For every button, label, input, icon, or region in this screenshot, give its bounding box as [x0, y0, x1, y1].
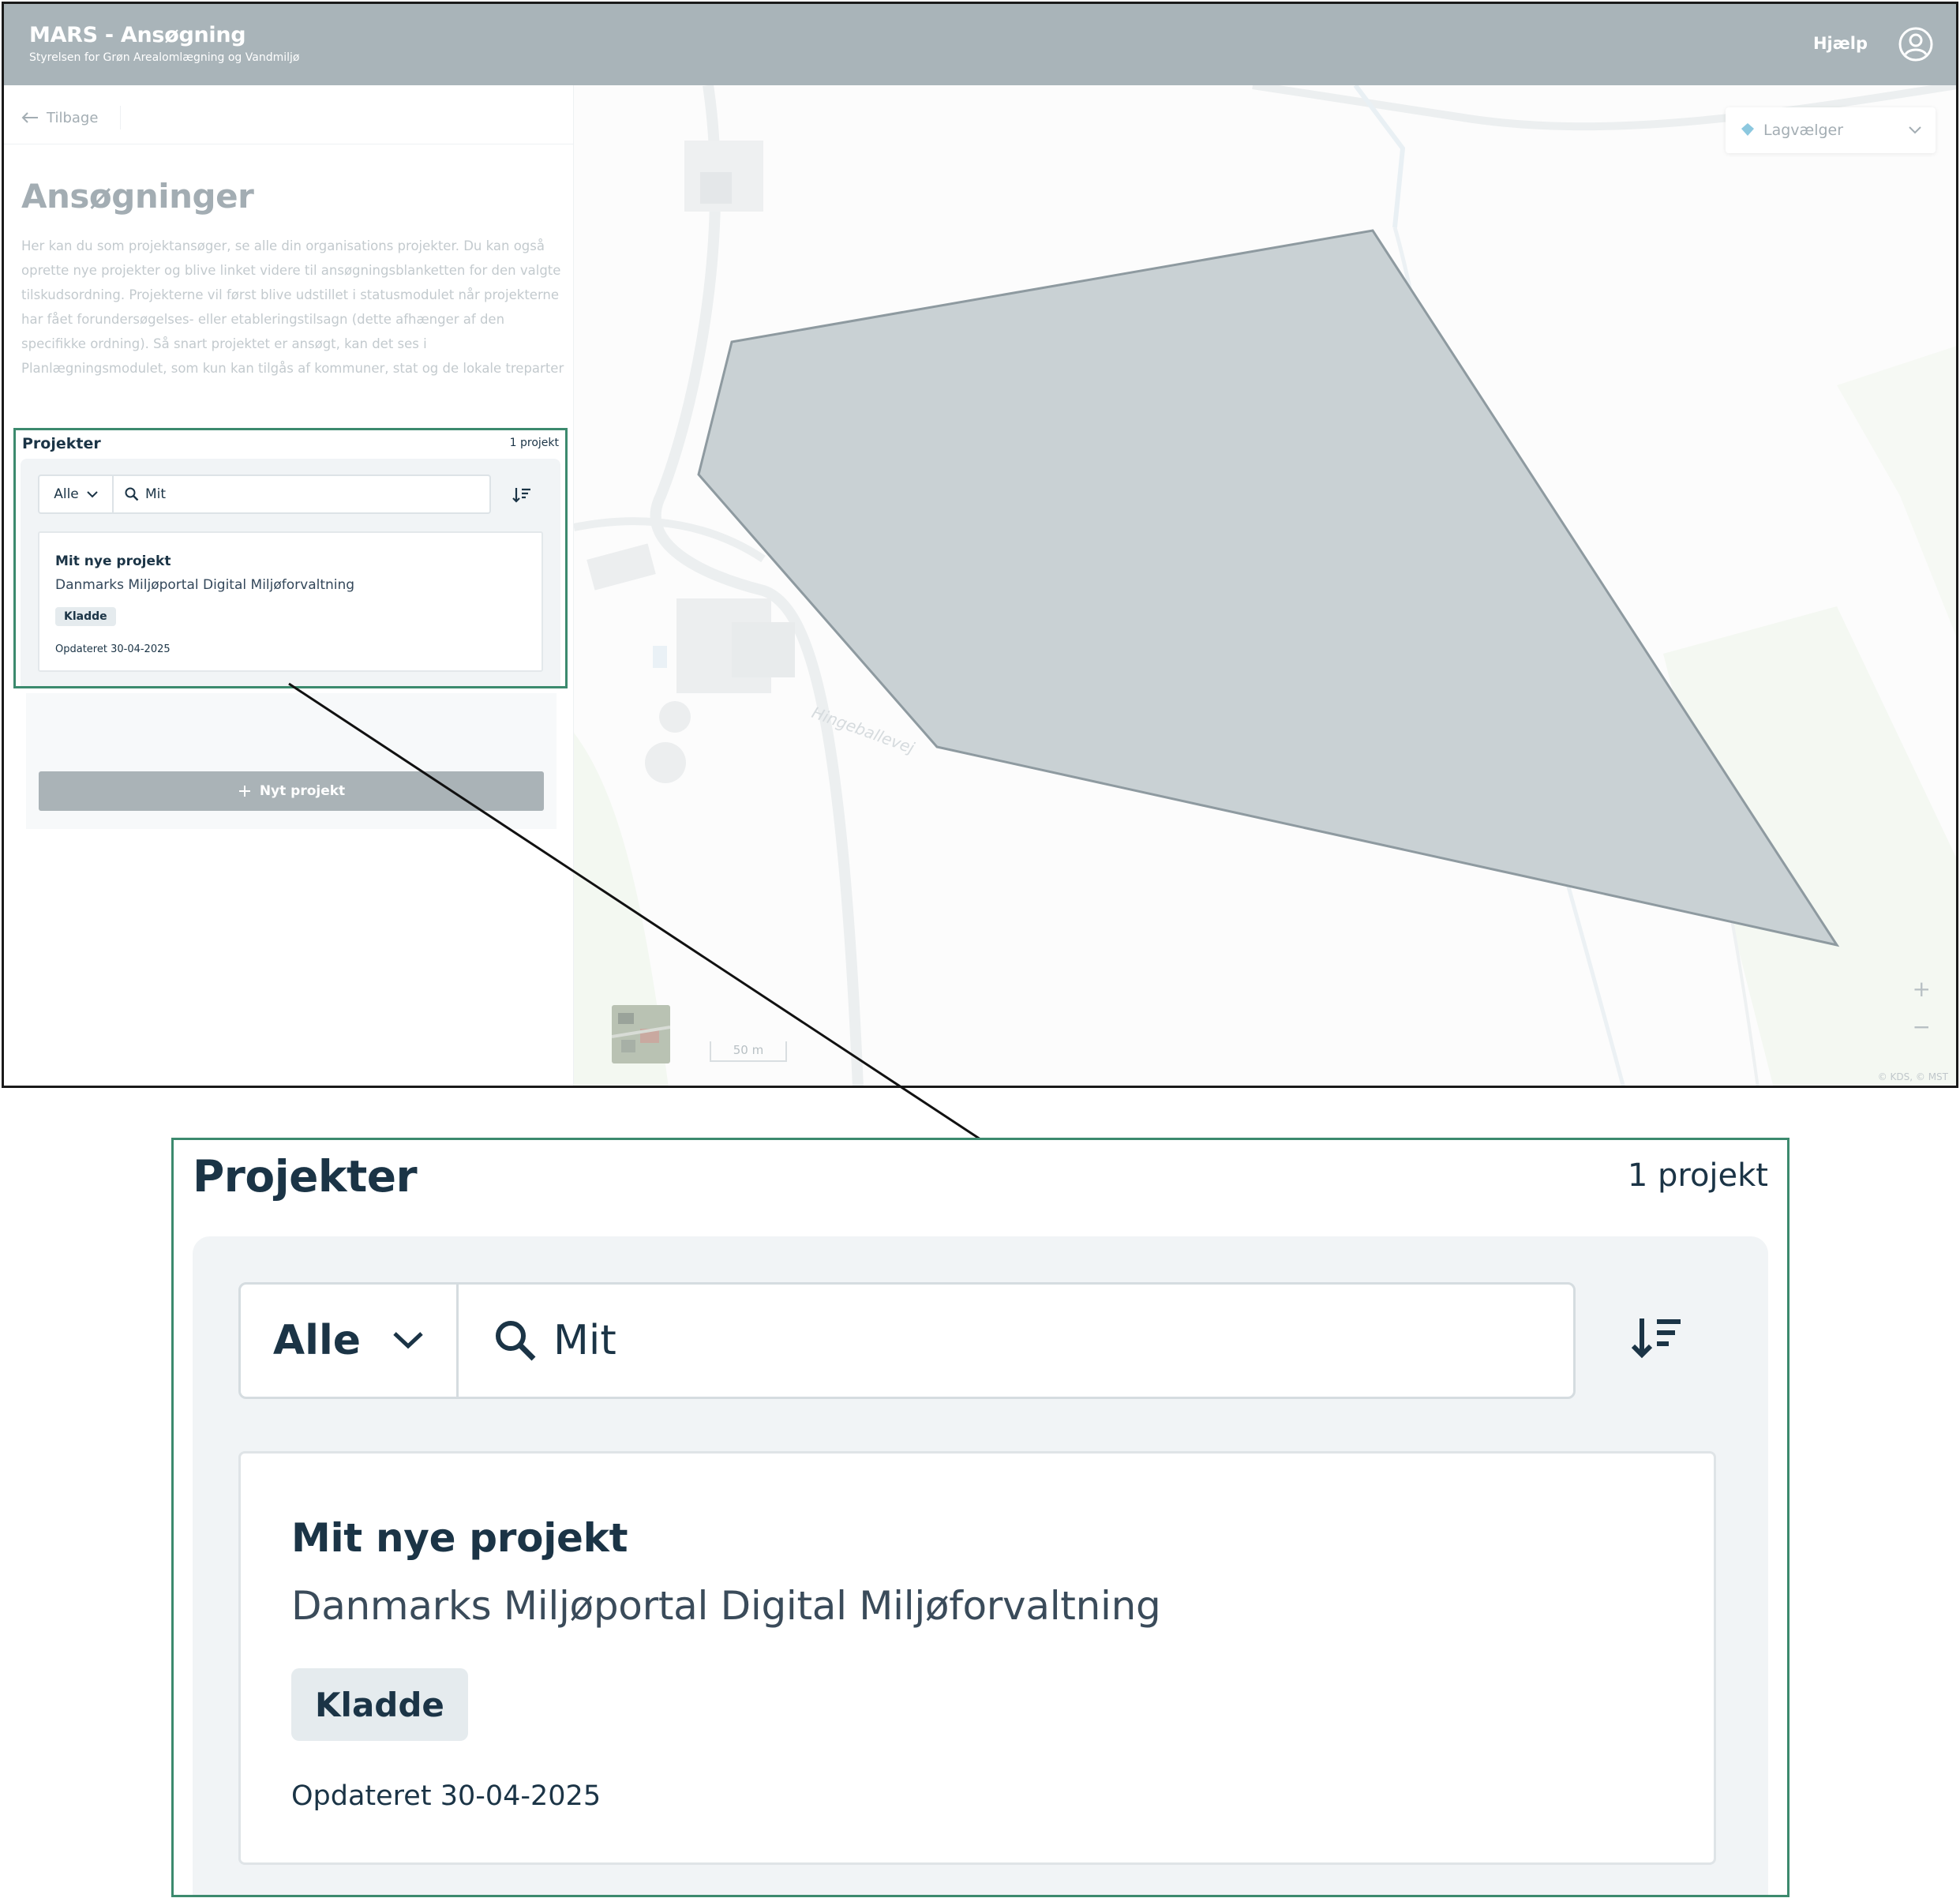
project-organization: Danmarks Miljøportal Digital Miljøforval… [291, 1583, 1161, 1629]
sort-icon[interactable] [512, 486, 532, 505]
status-filter-select[interactable]: Alle [241, 1285, 459, 1397]
divider [120, 106, 122, 129]
new-project-button[interactable]: Nyt projekt [39, 771, 544, 811]
layers-icon [1741, 123, 1754, 136]
map-attribution: © KDS, © MST [1877, 1071, 1948, 1082]
project-title: Mit nye projekt [291, 1515, 628, 1561]
map-view[interactable]: Hingeballevej Lagvælger 50 m + − © KDS, … [574, 85, 1956, 1086]
project-area-polygon[interactable] [697, 229, 1840, 947]
sidebar: Tilbage Ansøgninger Her kan du som proje… [4, 85, 574, 1086]
status-filter-value: Alle [272, 1317, 362, 1364]
search-value: Mit [553, 1317, 616, 1364]
status-badge: Kladde [291, 1668, 468, 1741]
project-updated: Opdateret 30-04-2025 [291, 1780, 601, 1812]
zoom-out-button[interactable]: − [1913, 1014, 1931, 1040]
zoom-in-button[interactable]: + [1913, 976, 1931, 1002]
aerial-thumbnail-icon [612, 1005, 670, 1063]
app-header: MARS - Ansøgning Styrelsen for Grøn Area… [4, 4, 1956, 85]
app-title: MARS - Ansøgning [29, 23, 246, 47]
project-organization: Danmarks Miljøportal Digital Miljøforval… [55, 577, 355, 593]
chevron-down-icon [87, 490, 98, 497]
chevron-down-icon [1909, 126, 1921, 134]
chevron-down-icon [393, 1332, 423, 1349]
help-link[interactable]: Hjælp [1813, 34, 1868, 53]
projects-header: Projekter [22, 435, 101, 452]
app-subtitle: Styrelsen for Grøn Arealomlægning og Van… [29, 51, 300, 64]
map-scale: 50 m [710, 1041, 787, 1062]
project-title: Mit nye projekt [55, 553, 171, 569]
search-icon [125, 487, 139, 501]
page-description: Her kan du som projektansøger, se alle d… [21, 238, 564, 376]
layer-picker-label: Lagvælger [1763, 122, 1844, 139]
projects-list-area: Alle Mit Mit nye projekt Danmarks Miljøp… [193, 1236, 1768, 1895]
new-project-label: Nyt projekt [259, 783, 346, 799]
page-title: Ansøgninger [21, 177, 254, 216]
projects-list-area: Alle Mit Mit nye projekt Danmarks Miljøp… [21, 459, 560, 686]
layer-picker[interactable]: Lagvælger [1726, 107, 1936, 153]
search-input[interactable]: Mit [459, 1285, 1573, 1397]
arrow-left-icon [21, 112, 38, 123]
back-label: Tilbage [47, 109, 99, 126]
search-icon [496, 1321, 536, 1361]
sort-icon[interactable] [1631, 1314, 1683, 1361]
project-card[interactable]: Mit nye projekt Danmarks Miljøportal Dig… [38, 531, 543, 672]
back-button[interactable]: Tilbage [21, 106, 122, 129]
project-card[interactable]: Mit nye projekt Danmarks Miljøportal Dig… [238, 1451, 1716, 1865]
status-filter-select[interactable]: Alle [39, 476, 114, 512]
basemap-toggle[interactable] [612, 1005, 670, 1063]
filter-row: Alle Mit [38, 474, 491, 514]
status-filter-value: Alle [54, 486, 79, 502]
plus-icon [238, 786, 250, 797]
map-canvas[interactable]: Hingeballevej [574, 85, 1956, 1086]
project-updated: Opdateret 30-04-2025 [55, 643, 171, 655]
projects-count: 1 projekt [1627, 1157, 1768, 1194]
user-circle-icon[interactable] [1898, 26, 1934, 62]
projects-header: Projekter [193, 1151, 418, 1202]
search-input[interactable]: Mit [114, 476, 489, 512]
filter-row: Alle Mit [238, 1282, 1576, 1399]
projects-panel: Projekter 1 projekt Alle Mit Mit nye pro… [13, 428, 568, 688]
projects-count: 1 projekt [509, 437, 559, 449]
search-value: Mit [145, 486, 167, 502]
status-badge: Kladde [55, 607, 116, 626]
zoomed-projects-panel: Projekter 1 projekt Alle Mit Mit nye pro… [171, 1138, 1789, 1897]
app-screenshot: MARS - Ansøgning Styrelsen for Grøn Area… [2, 2, 1958, 1088]
